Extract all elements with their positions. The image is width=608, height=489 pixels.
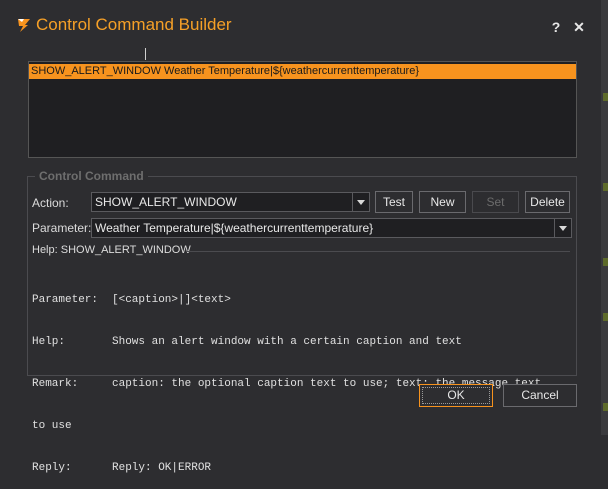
- new-button[interactable]: New: [419, 191, 466, 213]
- background-window-edge: [601, 0, 608, 435]
- app-logo-icon: [18, 19, 30, 32]
- help-text: Parameter: [<caption>|]<text> Help: Shows …: [32, 265, 572, 489]
- help-row: Parameter: [<caption>|]<text>: [32, 294, 231, 306]
- text-cursor: [145, 48, 146, 60]
- action-label: Action:: [32, 196, 69, 210]
- delete-button[interactable]: Delete: [525, 191, 570, 213]
- ok-button[interactable]: OK: [419, 384, 493, 407]
- chevron-down-icon[interactable]: [352, 193, 369, 211]
- help-row: to use: [32, 420, 72, 432]
- command-list[interactable]: SHOW_ALERT_WINDOW Weather Temperature|${…: [28, 61, 577, 158]
- help-row: Help: Shows an alert window with a certai…: [32, 336, 462, 348]
- list-item[interactable]: SHOW_ALERT_WINDOW Weather Temperature|${…: [29, 64, 576, 79]
- help-divider: [186, 251, 570, 252]
- parameter-label: Parameter:: [32, 221, 92, 235]
- window-title: Control Command Builder: [36, 15, 232, 34]
- test-button[interactable]: Test: [375, 191, 413, 213]
- parameter-select[interactable]: Weather Temperature|${weathercurrenttemp…: [91, 218, 572, 238]
- ok-button-label: OK: [447, 388, 465, 402]
- action-select-value: SHOW_ALERT_WINDOW: [95, 195, 237, 209]
- help-row: Reply: Reply: OK|ERROR: [32, 462, 212, 474]
- chevron-down-icon[interactable]: [554, 219, 571, 237]
- set-button[interactable]: Set: [472, 191, 519, 213]
- help-icon[interactable]: ?: [547, 18, 565, 36]
- close-icon[interactable]: ✕: [570, 18, 588, 36]
- help-title: Help: SHOW_ALERT_WINDOW: [32, 244, 191, 256]
- action-select[interactable]: SHOW_ALERT_WINDOW: [91, 192, 370, 212]
- parameter-select-value: Weather Temperature|${weathercurrenttemp…: [95, 221, 374, 235]
- cancel-button[interactable]: Cancel: [503, 384, 577, 407]
- group-legend: Control Command: [35, 169, 148, 183]
